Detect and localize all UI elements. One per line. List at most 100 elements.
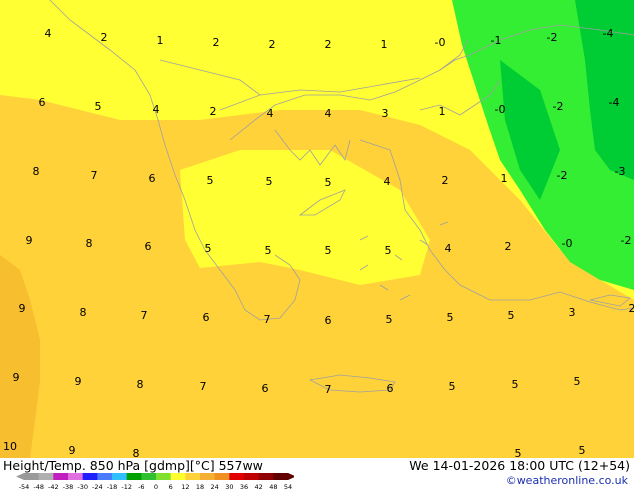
isotherm-label: 2 [442, 174, 449, 187]
color-scale-swatch [171, 473, 186, 480]
isotherm-label: 8 [133, 447, 140, 458]
color-scale-swatch [259, 473, 274, 480]
color-scale-swatch [156, 473, 171, 480]
color-scale-tick: -24 [92, 483, 103, 490]
color-scale-tick: 12 [181, 483, 189, 490]
color-scale-tick: -6 [138, 483, 144, 490]
isotherm-label: 1 [157, 34, 164, 47]
isotherm-label: 9 [26, 234, 33, 247]
color-scale-right-arrow [288, 473, 294, 480]
isotherm-label: 2 [325, 38, 332, 51]
isotherm-label: -4 [609, 96, 620, 109]
isotherm-label: -0 [435, 36, 446, 49]
isotherm-label: 10 [3, 440, 17, 453]
color-scale-swatch [112, 473, 127, 480]
isotherm-label: 4 [267, 107, 274, 120]
isotherm-label: 5 [512, 378, 519, 391]
credit-link[interactable]: ©weatheronline.co.uk [506, 474, 628, 487]
isotherm-label: 1 [439, 105, 446, 118]
color-scale-tick: 54 [284, 483, 292, 490]
isotherm-label: 6 [387, 382, 394, 395]
color-scale-swatch [127, 473, 142, 480]
color-scale-tick: 24 [211, 483, 219, 490]
isotherm-label: 1 [381, 38, 388, 51]
isotherm-label: 2 [269, 38, 276, 51]
color-scale-swatch [185, 473, 200, 480]
color-scale-svg: -54-48-42-38-30-24-18-12-606121824303642… [14, 472, 294, 490]
color-scale-tick: -54 [19, 483, 30, 490]
color-scale-tick: 42 [255, 483, 263, 490]
color-scale-tick: 30 [225, 483, 233, 490]
map-title: Height/Temp. 850 hPa [gdmp][°C] 557ww [3, 458, 263, 473]
color-scale-tick: -38 [63, 483, 74, 490]
isotherm-label: 7 [141, 309, 148, 322]
color-scale-swatch [53, 473, 68, 480]
isotherm-label: 9 [13, 371, 20, 384]
color-scale-swatch [244, 473, 259, 480]
isotherm-label: 7 [91, 169, 98, 182]
isotherm-label: 6 [203, 311, 210, 324]
isotherm-label: 6 [325, 314, 332, 327]
color-scale-tick: 48 [269, 483, 277, 490]
isotherm-label: 5 [386, 313, 393, 326]
isotherm-label: 7 [264, 313, 271, 326]
isotherm-label: 5 [447, 311, 454, 324]
isotherm-label: 5 [207, 174, 214, 187]
isotherm-label: 7 [325, 383, 332, 396]
color-scale-tick: -30 [77, 483, 88, 490]
color-scale: -54-48-42-38-30-24-18-12-606121824303642… [14, 472, 294, 490]
isotherm-label: -2 [557, 169, 568, 182]
isotherm-label: 4 [153, 103, 160, 116]
isotherm-label: 2 [213, 36, 220, 49]
color-scale-swatch [39, 473, 54, 480]
isotherm-label: 5 [325, 176, 332, 189]
isotherm-label: 6 [149, 172, 156, 185]
color-scale-tick: 36 [240, 483, 248, 490]
color-scale-swatch [97, 473, 112, 480]
color-scale-swatch [83, 473, 98, 480]
temperature-field: 4 2 1 2 2 2 1 -0 -1 -2 -4 6 5 4 2 4 4 3 1 -0 -2 -4 8 7 6 5 5 5 4 2 1 -2… [0, 0, 634, 458]
isotherm-label: 9 [75, 375, 82, 388]
isotherm-label: 8 [80, 306, 87, 319]
isotherm-label: 5 [385, 244, 392, 257]
isotherm-label: 1 [501, 172, 508, 185]
color-scale-swatch [273, 473, 288, 480]
isotherm-label: -1 [491, 34, 502, 47]
isotherm-label: 8 [86, 237, 93, 250]
color-scale-tick: -12 [121, 483, 132, 490]
color-scale-left-arrow [16, 473, 24, 480]
isotherm-label: 5 [574, 375, 581, 388]
isotherm-label: 5 [266, 175, 273, 188]
color-scale-swatch [229, 473, 244, 480]
isotherm-label: 3 [569, 306, 576, 319]
color-scale-swatch [141, 473, 156, 480]
isotherm-label: -2 [621, 234, 632, 247]
isotherm-label: -0 [562, 237, 573, 250]
color-scale-tick: -42 [48, 483, 59, 490]
isotherm-label: 6 [145, 240, 152, 253]
color-scale-swatch [68, 473, 83, 480]
isotherm-label: 7 [200, 380, 207, 393]
isotherm-label: 4 [384, 175, 391, 188]
isotherm-label: 2 [505, 240, 512, 253]
isotherm-label: 8 [137, 378, 144, 391]
isotherm-label: 3 [382, 107, 389, 120]
isotherm-label: 5 [508, 309, 515, 322]
isotherm-label: 2 [629, 302, 634, 315]
valid-time: We 14-01-2026 18:00 UTC (12+54) [409, 458, 630, 473]
isotherm-label: -0 [495, 103, 506, 116]
isotherm-label: 5 [95, 100, 102, 113]
isotherm-label: 6 [262, 382, 269, 395]
color-scale-tick: -18 [107, 483, 118, 490]
isotherm-label: 4 [45, 27, 52, 40]
isotherm-label: -2 [547, 31, 558, 44]
isotherm-label: 4 [325, 107, 332, 120]
color-scale-tick: 0 [154, 483, 158, 490]
isotherm-label: 5 [579, 444, 586, 457]
isotherm-label: -4 [603, 27, 614, 40]
isotherm-label: 9 [69, 444, 76, 457]
color-scale-swatch [24, 473, 39, 480]
footer-bar: Height/Temp. 850 hPa [gdmp][°C] 557ww We… [0, 458, 634, 490]
isotherm-label: -2 [553, 100, 564, 113]
isotherm-label: 5 [515, 447, 522, 458]
